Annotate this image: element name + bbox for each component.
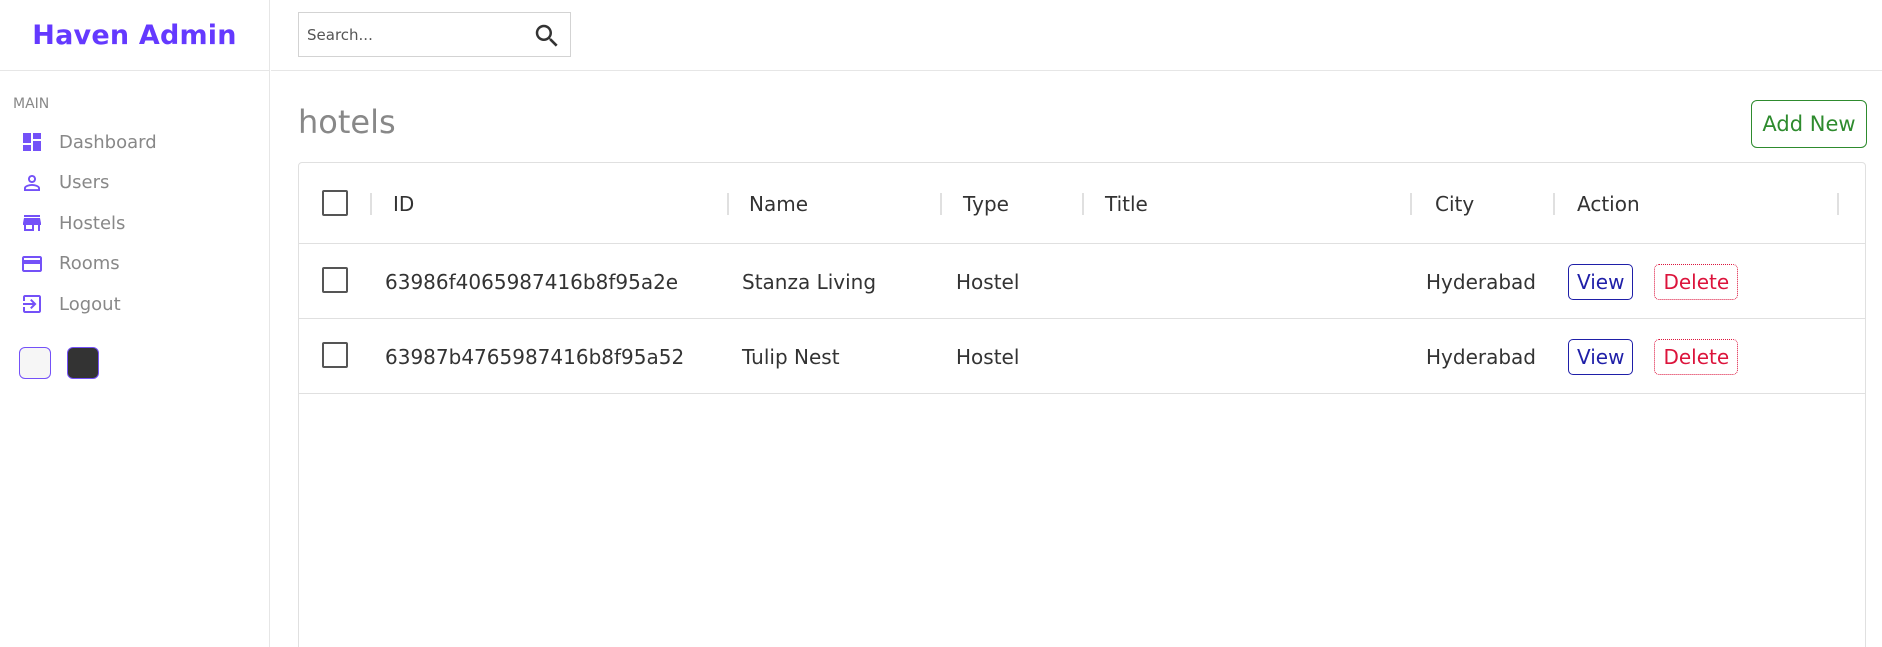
row-checkbox[interactable]: [322, 342, 348, 368]
column-header-title[interactable]: Title: [1105, 163, 1148, 244]
delete-button[interactable]: Delete: [1654, 338, 1739, 375]
view-button[interactable]: View: [1568, 338, 1634, 375]
column-separator[interactable]: [940, 193, 942, 215]
cell-name: Stanza Living: [742, 269, 877, 294]
column-header-type[interactable]: Type: [963, 163, 1009, 244]
credit-card-icon: [20, 252, 44, 276]
sidebar-item-rooms[interactable]: Rooms: [0, 244, 269, 285]
sidebar-item-logout[interactable]: Logout: [0, 284, 269, 325]
cell-id: 63986f4065987416b8f95a2e: [385, 269, 679, 294]
store-icon: [20, 211, 44, 235]
logo-container: Haven Admin: [0, 0, 269, 71]
data-grid: ID Name Type Title City Action 63986f406…: [298, 162, 1866, 647]
page-title: hotels: [298, 103, 396, 141]
search-icon[interactable]: [532, 21, 562, 51]
dark-theme-swatch[interactable]: [67, 346, 99, 379]
app-logo[interactable]: Haven Admin: [32, 20, 236, 51]
add-new-button[interactable]: Add New: [1751, 100, 1867, 148]
table-row[interactable]: 63986f4065987416b8f95a2e Stanza Living H…: [299, 244, 1865, 319]
dashboard-icon: [20, 130, 44, 154]
column-separator[interactable]: [1082, 193, 1084, 215]
column-header-name[interactable]: Name: [749, 163, 808, 244]
column-separator[interactable]: [1837, 193, 1839, 215]
column-header-id[interactable]: ID: [393, 163, 414, 244]
topbar: [271, 0, 1882, 71]
column-separator[interactable]: [727, 193, 729, 215]
sidebar-item-label: Dashboard: [59, 131, 157, 153]
select-all-checkbox[interactable]: [322, 190, 348, 216]
cell-name: Tulip Nest: [742, 344, 840, 369]
theme-options: [19, 346, 269, 379]
cell-actions: View Delete: [1568, 319, 1739, 394]
column-header-city[interactable]: City: [1435, 163, 1474, 244]
sidebar: Haven Admin MAIN Dashboard Users Hostels: [0, 0, 270, 647]
search-input[interactable]: [307, 25, 527, 44]
column-separator[interactable]: [370, 193, 372, 215]
exit-icon: [20, 292, 44, 316]
cell-actions: View Delete: [1568, 244, 1739, 319]
row-checkbox[interactable]: [322, 267, 348, 293]
main-content: hotels Add New ID Name Type Title City A…: [271, 71, 1882, 647]
sidebar-item-label: Users: [59, 172, 110, 194]
delete-button[interactable]: Delete: [1654, 263, 1739, 300]
sidebar-section-title: MAIN: [13, 96, 50, 112]
sidebar-item-label: Logout: [59, 293, 121, 315]
cell-id: 63987b4765987416b8f95a52: [385, 344, 685, 369]
search-box: [298, 12, 571, 57]
column-separator[interactable]: [1410, 193, 1412, 215]
person-icon: [20, 171, 44, 195]
cell-type: Hostel: [956, 344, 1020, 369]
light-theme-swatch[interactable]: [19, 346, 51, 379]
sidebar-item-dashboard[interactable]: Dashboard: [0, 122, 269, 163]
cell-type: Hostel: [956, 269, 1020, 294]
sidebar-item-users[interactable]: Users: [0, 163, 269, 204]
sidebar-nav: Dashboard Users Hostels Rooms Logout: [0, 122, 269, 325]
sidebar-item-hostels[interactable]: Hostels: [0, 203, 269, 244]
sidebar-item-label: Hostels: [59, 212, 126, 234]
cell-city: Hyderabad: [1426, 344, 1536, 369]
column-separator[interactable]: [1553, 193, 1555, 215]
sidebar-item-label: Rooms: [59, 253, 120, 275]
column-header-action[interactable]: Action: [1577, 163, 1640, 244]
table-header: ID Name Type Title City Action: [299, 163, 1865, 244]
cell-city: Hyderabad: [1426, 269, 1536, 294]
table-row[interactable]: 63987b4765987416b8f95a52 Tulip Nest Host…: [299, 319, 1865, 394]
view-button[interactable]: View: [1568, 263, 1634, 300]
